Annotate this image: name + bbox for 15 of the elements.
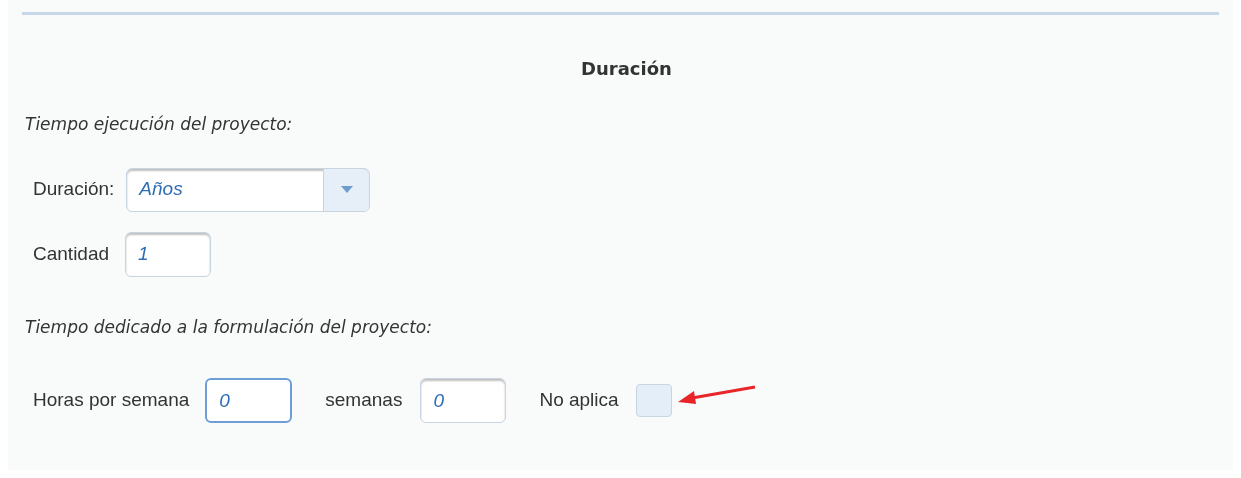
input-field[interactable]: 0 [420,378,507,423]
field-label: Horas por semana [33,388,190,413]
checkbox[interactable] [635,384,672,417]
field-label: semanas [325,388,403,413]
input-field[interactable]: 0 [205,378,293,423]
section-heading: Tiempo ejecución del proyecto: [25,113,294,136]
section-heading: Tiempo dedicado a la formulación del proyecto: [25,315,433,339]
section-title: Duración [580,57,673,81]
field-label: Duración: [33,177,115,202]
checkbox-label: No aplica [539,388,619,413]
dropdown-value: Años [137,177,184,202]
field-label: Cantidad [33,241,110,266]
dropdown[interactable]: Años [126,167,371,212]
input-field[interactable]: 1 [125,231,212,277]
caret-icon [340,186,353,193]
